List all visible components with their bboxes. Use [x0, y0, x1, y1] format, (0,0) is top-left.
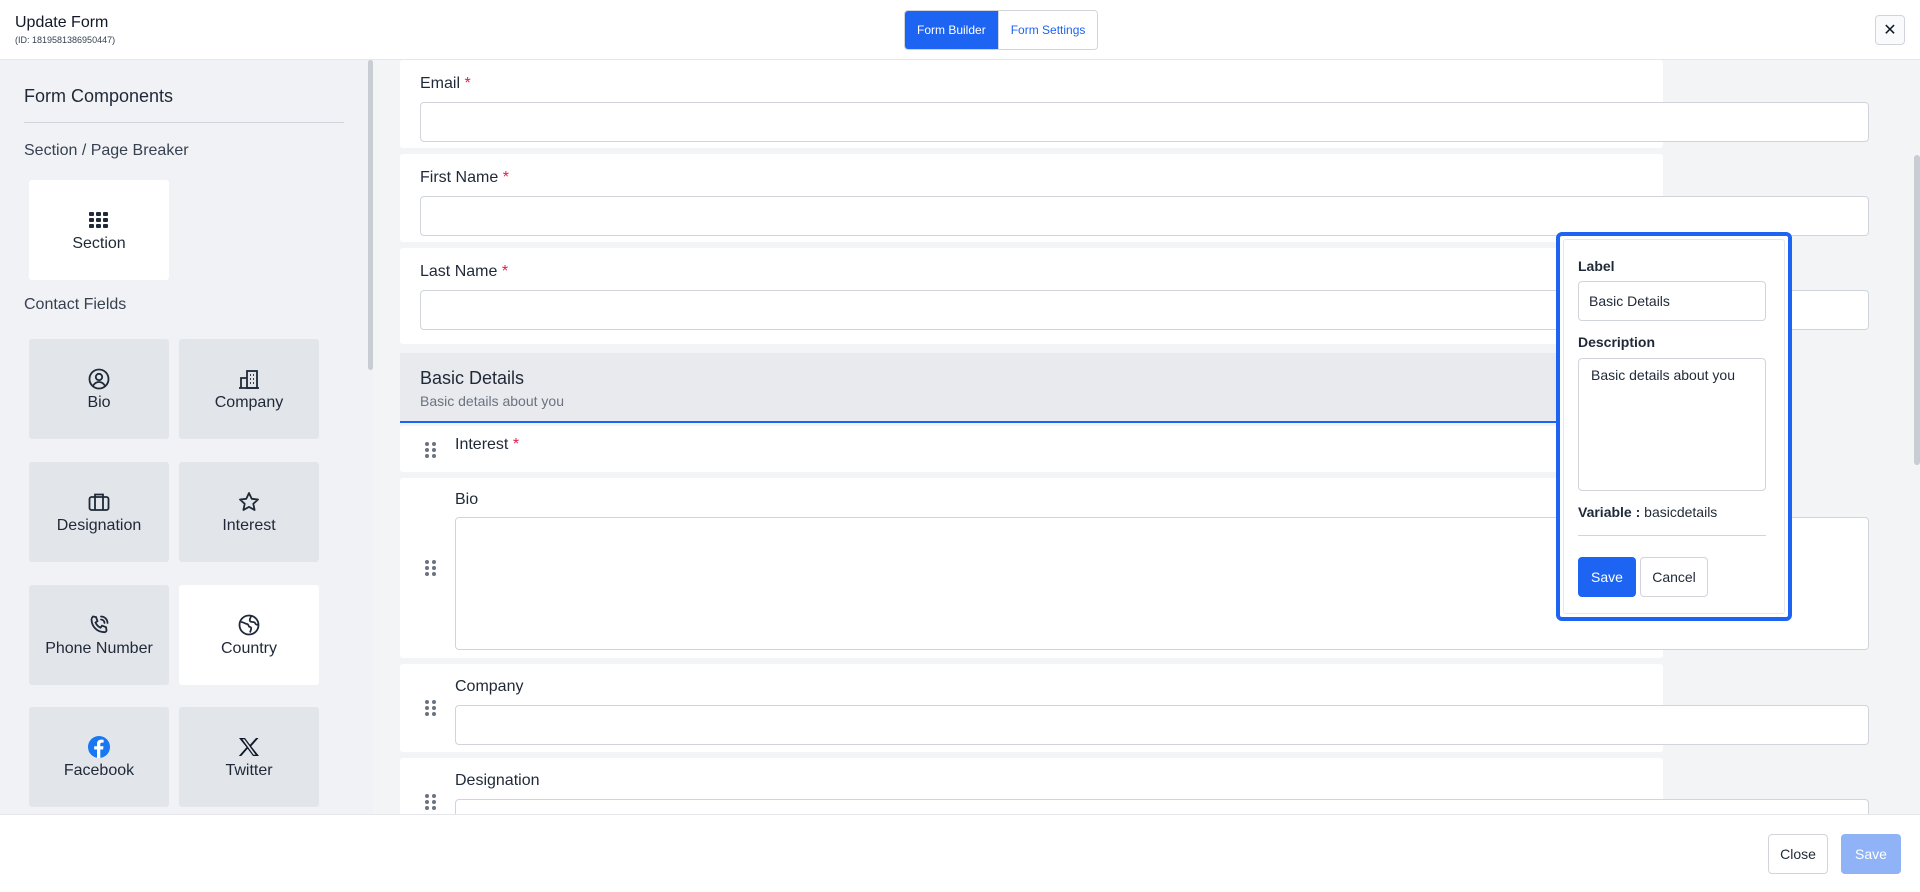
field-designation[interactable]: Designation	[400, 758, 1869, 814]
star-icon	[238, 489, 260, 515]
component-country[interactable]: Country	[179, 585, 319, 685]
user-circle-icon	[88, 366, 110, 392]
field-label: Last Name *	[420, 263, 509, 280]
section-title: Basic Details	[420, 368, 525, 388]
component-interest[interactable]: Interest	[179, 462, 319, 562]
briefcase-icon	[88, 489, 110, 515]
form-id: (ID: 1819581386950447)	[15, 35, 116, 45]
globe-icon	[238, 612, 260, 638]
field-label: Email *	[420, 75, 471, 92]
component-designation[interactable]: Designation	[29, 462, 169, 562]
components-sidebar: Form Components Section / Page Breaker S…	[0, 60, 373, 814]
popover-save-button[interactable]: Save	[1578, 557, 1636, 597]
component-phone-number[interactable]: Phone Number	[29, 585, 169, 685]
field-label: Bio	[455, 491, 479, 508]
label-heading: Label	[1578, 258, 1615, 274]
company-input[interactable]	[455, 705, 1869, 745]
field-bio[interactable]: Bio	[400, 478, 1869, 658]
section-description-textarea[interactable]: Basic details about you	[1578, 358, 1766, 491]
field-label: First Name *	[420, 169, 509, 186]
designation-input[interactable]	[455, 799, 1869, 814]
close-button[interactable]: Close	[1768, 834, 1828, 874]
save-button[interactable]: Save	[1841, 834, 1901, 874]
section-basic-details[interactable]: Basic Details Basic details about you	[400, 353, 1663, 423]
field-label: Interest *	[455, 436, 520, 453]
drag-handle-icon[interactable]	[425, 560, 437, 576]
top-bar: Update Form (ID: 1819581386950447) Form …	[0, 0, 1920, 60]
view-switcher: Form Builder Form Settings	[904, 10, 1099, 50]
grid-icon	[89, 207, 109, 233]
variable-readout: Variable : basicdetails	[1578, 504, 1718, 520]
field-last-name[interactable]: Last Name *	[400, 248, 1869, 344]
canvas-scrollbar[interactable]	[1914, 155, 1920, 465]
phone-icon	[88, 612, 110, 638]
field-interest[interactable]: Interest *	[400, 426, 1663, 472]
component-twitter[interactable]: Twitter	[179, 707, 319, 807]
tab-form-settings[interactable]: Form Settings	[997, 11, 1098, 49]
field-company[interactable]: Company	[400, 664, 1869, 752]
group-label-section: Section / Page Breaker	[24, 142, 189, 159]
drag-handle-icon[interactable]	[425, 442, 437, 458]
component-facebook[interactable]: Facebook	[29, 707, 169, 807]
section-label-input[interactable]	[1578, 281, 1766, 321]
footer-bar: Close Save	[0, 814, 1920, 892]
x-twitter-icon	[238, 734, 260, 760]
component-label: Phone Number	[45, 640, 153, 657]
component-label: Designation	[56, 517, 142, 534]
field-email[interactable]: Email *	[400, 60, 1869, 148]
sidebar-heading: Form Components	[24, 86, 174, 106]
description-heading: Description	[1578, 334, 1656, 350]
divider	[1578, 535, 1766, 536]
component-label: Company	[214, 394, 284, 411]
popover-cancel-button[interactable]: Cancel	[1640, 557, 1708, 597]
field-label: Company	[455, 678, 524, 695]
component-section[interactable]: Section	[29, 180, 169, 280]
first-name-input[interactable]	[420, 196, 1869, 236]
drag-handle-icon[interactable]	[425, 700, 437, 716]
component-label: Twitter	[225, 762, 273, 779]
popover-body: Label Description Basic details about yo…	[1563, 239, 1785, 614]
group-label-contact: Contact Fields	[24, 296, 127, 313]
section-description: Basic details about you	[420, 393, 564, 409]
facebook-icon	[87, 734, 111, 760]
tab-form-builder[interactable]: Form Builder	[905, 11, 998, 49]
component-bio[interactable]: Bio	[29, 339, 169, 439]
component-label: Country	[220, 640, 278, 657]
close-icon[interactable]: ✕	[1875, 15, 1905, 45]
field-first-name[interactable]: First Name *	[400, 154, 1869, 242]
divider	[24, 122, 344, 123]
component-label: Facebook	[63, 762, 135, 779]
building-icon	[238, 366, 260, 392]
drag-handle-icon[interactable]	[425, 794, 437, 810]
field-label: Designation	[455, 772, 540, 789]
component-company[interactable]: Company	[179, 339, 319, 439]
section-edit-popover: Label Description Basic details about yo…	[1556, 232, 1792, 621]
component-label: Bio	[87, 394, 111, 411]
page-title: Update Form	[15, 14, 109, 31]
component-label: Section	[72, 235, 126, 252]
email-input[interactable]	[420, 102, 1869, 142]
component-label: Interest	[222, 517, 276, 534]
